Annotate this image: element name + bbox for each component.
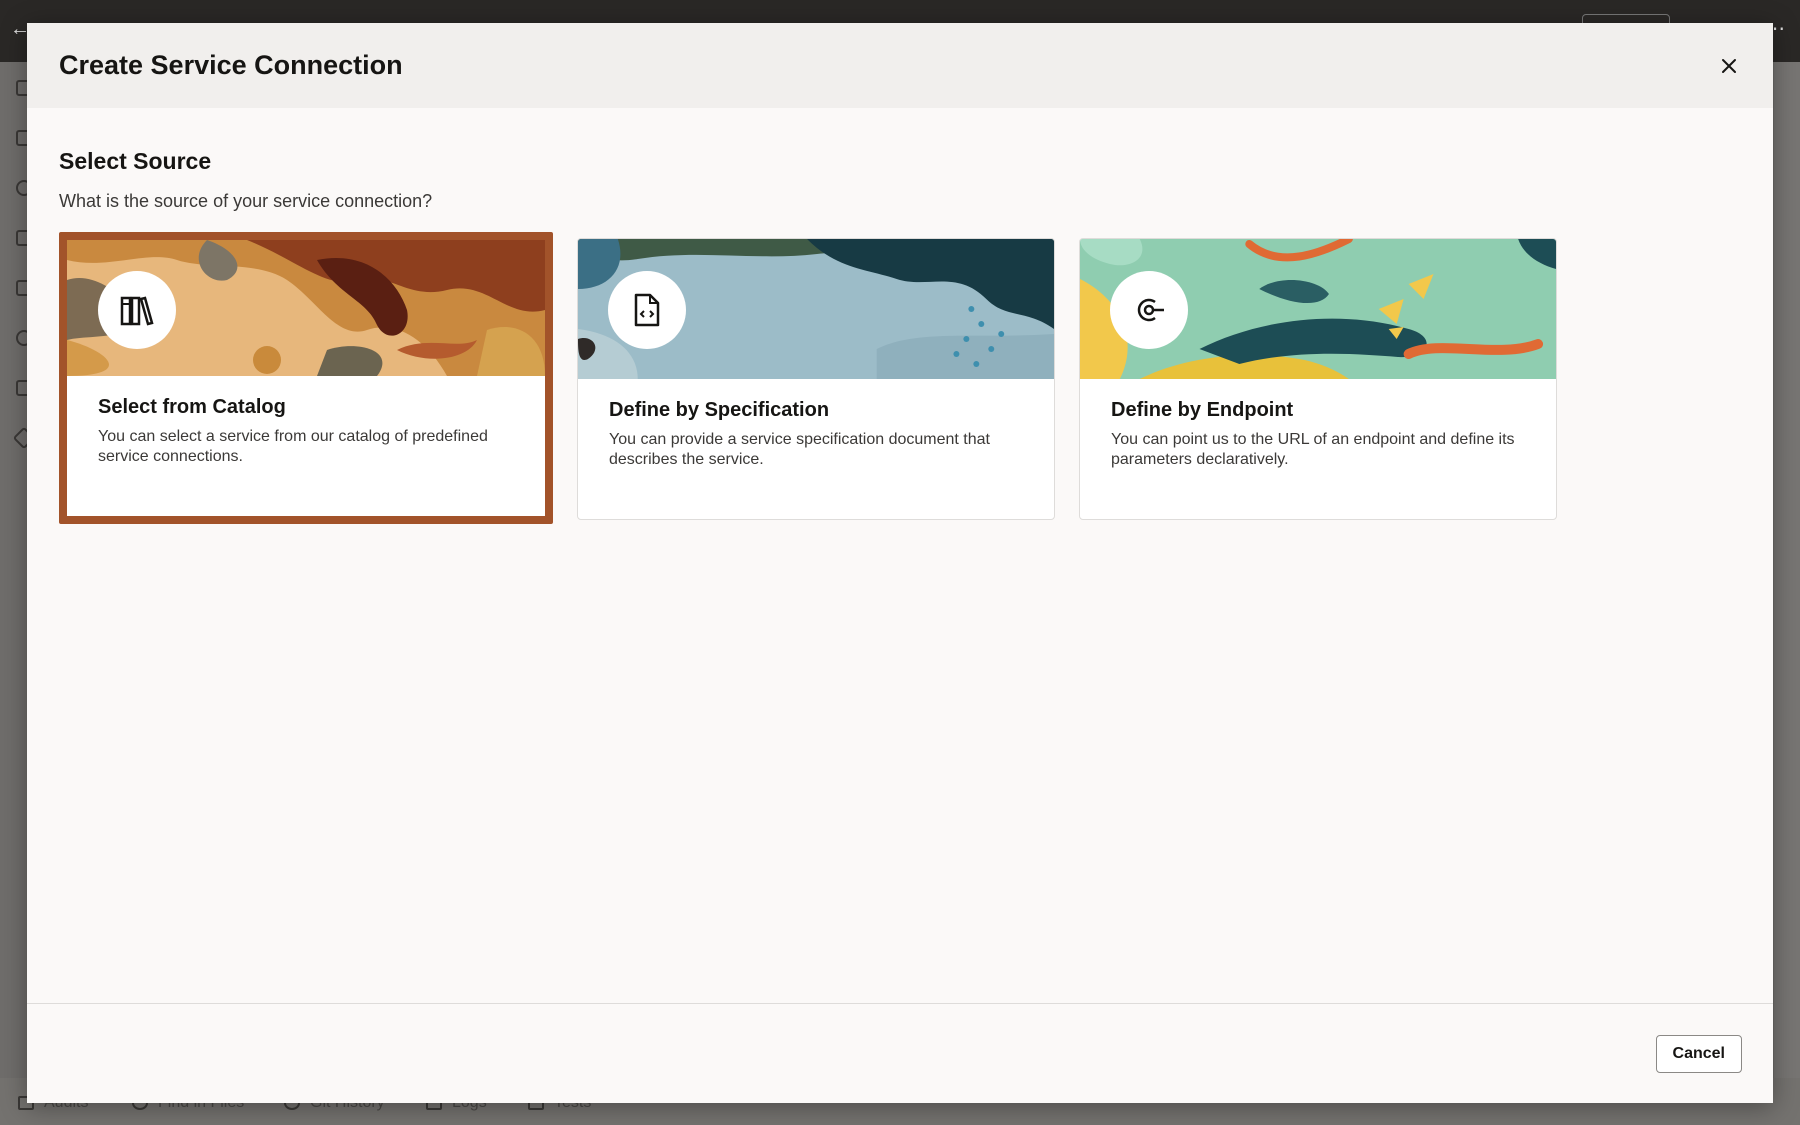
card-banner-image	[578, 239, 1054, 379]
close-icon	[1722, 58, 1736, 73]
endpoint-icon	[1137, 298, 1164, 322]
code-document-icon	[634, 293, 660, 327]
card-title: Define by Endpoint	[1111, 399, 1294, 421]
card-define-by-specification[interactable]: Define by Specification You can provide …	[577, 238, 1055, 520]
source-card-list: Select from Catalog You can select a ser…	[59, 232, 1741, 524]
app-right-rail	[1774, 62, 1800, 1078]
catalog-icon-circle	[98, 271, 176, 349]
card-select-from-catalog[interactable]: Select from Catalog You can select a ser…	[59, 232, 553, 524]
dialog-header: Create Service Connection	[27, 23, 1773, 108]
card-text: Select from Catalog You can select a ser…	[67, 376, 545, 467]
endpoint-icon-circle	[1110, 271, 1188, 349]
card-title: Select from Catalog	[98, 396, 286, 418]
dialog-footer: Cancel	[27, 1003, 1773, 1103]
catalog-icon	[120, 296, 154, 326]
card-banner-image	[67, 240, 545, 376]
create-service-connection-dialog: Create Service Connection Select Source …	[27, 23, 1773, 1103]
section-subtitle: What is the source of your service conne…	[59, 191, 433, 211]
card-description: You can provide a service specification …	[609, 431, 990, 468]
card-text: Define by Endpoint You can point us to t…	[1080, 379, 1556, 470]
close-button[interactable]	[1711, 48, 1747, 84]
card-description: You can select a service from our catalo…	[98, 428, 488, 465]
dialog-title: Create Service Connection	[59, 50, 403, 80]
section-title: Select Source	[59, 148, 212, 174]
card-text: Define by Specification You can provide …	[578, 379, 1054, 470]
card-banner-image	[1080, 239, 1556, 379]
dialog-body: Select Source What is the source of your…	[27, 108, 1773, 1003]
card-title: Define by Specification	[609, 399, 830, 421]
code-document-icon-circle	[608, 271, 686, 349]
card-define-by-endpoint[interactable]: Define by Endpoint You can point us to t…	[1079, 238, 1557, 520]
cancel-button[interactable]: Cancel	[1655, 1034, 1742, 1073]
card-description: You can point us to the URL of an endpoi…	[1111, 431, 1515, 468]
